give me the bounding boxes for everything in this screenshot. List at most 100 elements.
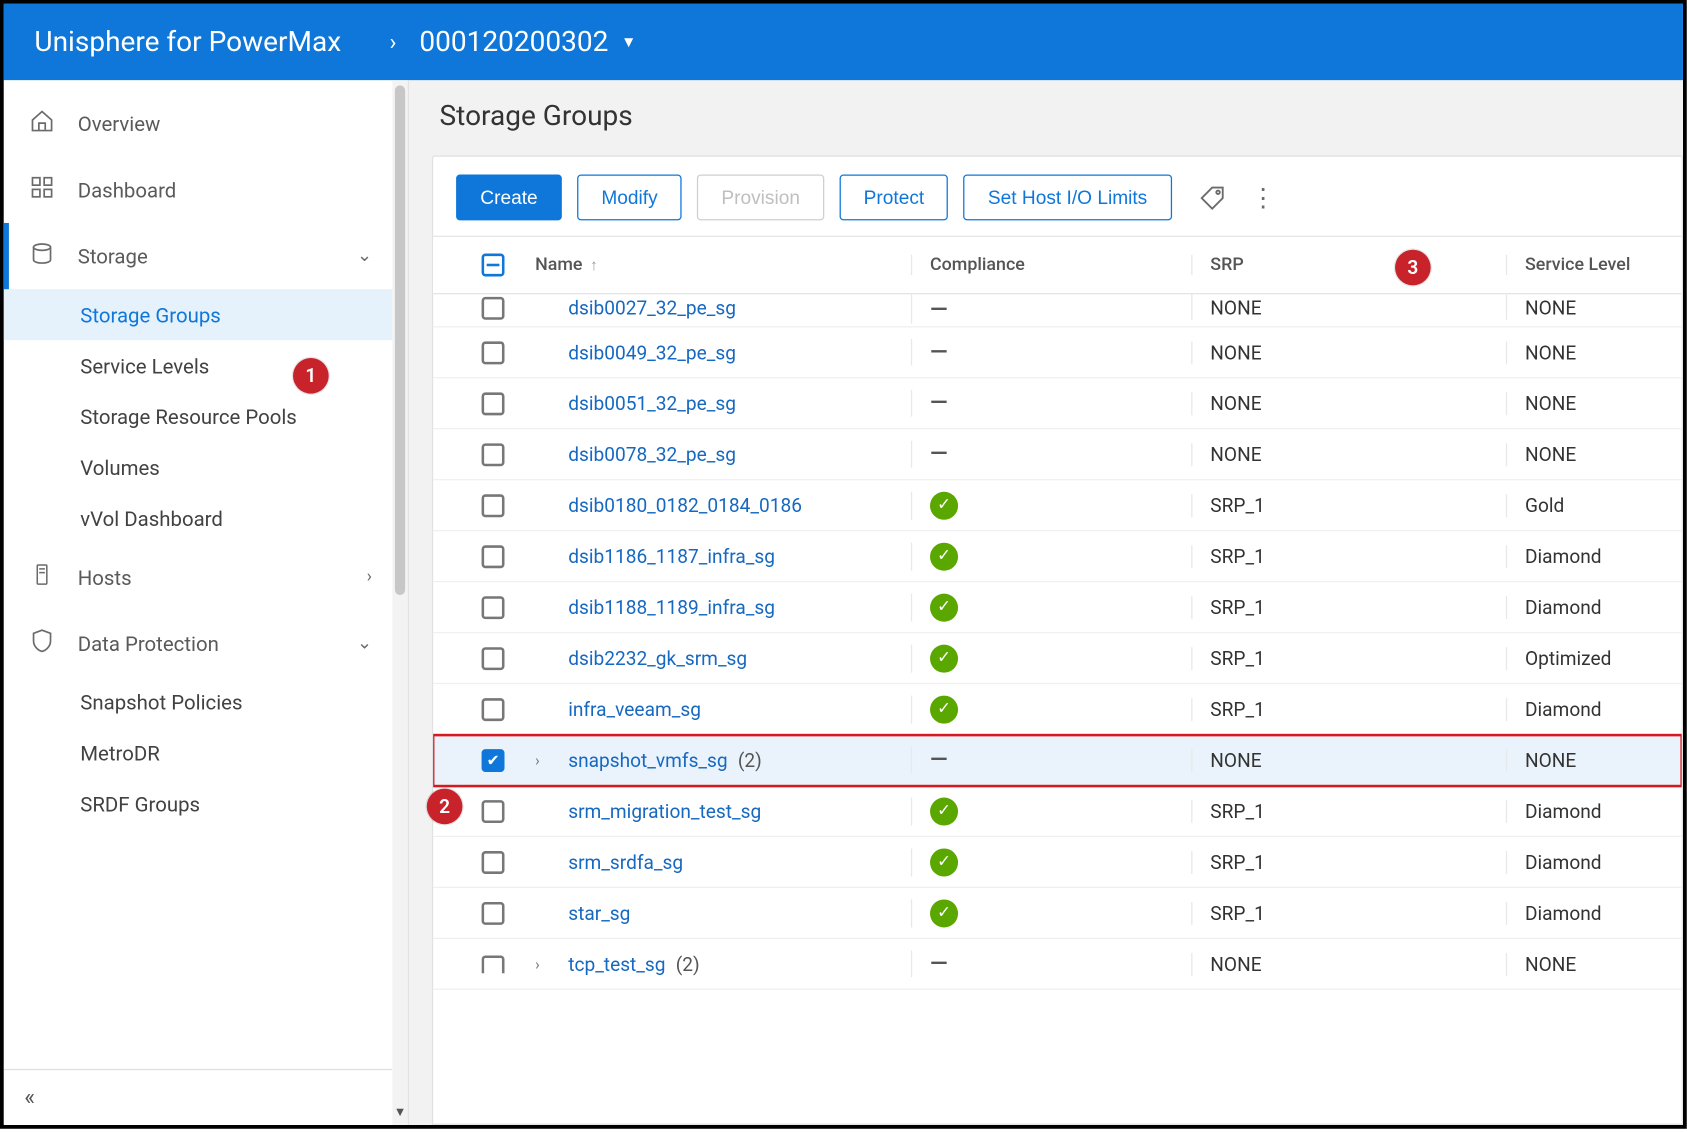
table-row[interactable]: dsib0180_0182_0184_0186✓SRP_1Gold	[433, 480, 1682, 531]
table-row[interactable]: dsib0027_32_pe_sg—NONENONE	[433, 294, 1682, 327]
storage-group-link[interactable]: tcp_test_sg	[568, 952, 665, 975]
scrollbar-thumb[interactable]	[395, 85, 405, 595]
table-row[interactable]: dsib0049_32_pe_sg—NONENONE	[433, 327, 1682, 378]
storage-group-link[interactable]: dsib0078_32_pe_sg	[568, 443, 736, 466]
service-level-cell: NONE	[1506, 294, 1682, 319]
sidebar-item-data-protection[interactable]: Data Protection ⌄	[4, 610, 393, 676]
sidebar-item-overview[interactable]: Overview	[4, 90, 393, 156]
compliance-ok-icon: ✓	[930, 848, 958, 876]
sidebar-item-label: Hosts	[78, 565, 132, 589]
toolbar: Create Modify Provision Protect Set Host…	[433, 157, 1682, 236]
compliance-none-icon: —	[930, 339, 946, 366]
service-level-cell: Diamond	[1506, 698, 1682, 721]
row-checkbox[interactable]	[482, 545, 505, 568]
sidebar-item-srdf-groups[interactable]: SRDF Groups	[4, 778, 393, 829]
sidebar-item-service-levels[interactable]: Service Levels	[4, 340, 393, 391]
column-header-srp[interactable]: SRP	[1191, 255, 1506, 275]
column-header-service-level[interactable]: Service Level	[1506, 255, 1682, 275]
expand-row-icon[interactable]: ›	[535, 751, 550, 769]
table-row[interactable]: ›snapshot_vmfs_sg (2)—NONENONE	[433, 735, 1682, 786]
scroll-down-icon[interactable]: ▼	[392, 1106, 407, 1120]
sidebar-item-hosts[interactable]: Hosts ›	[4, 544, 393, 610]
storage-group-link[interactable]: dsib2232_gk_srm_sg	[568, 647, 747, 670]
column-header-name[interactable]: Name↑	[522, 255, 911, 275]
grid-icon	[24, 175, 60, 206]
table-row[interactable]: dsib0051_32_pe_sg—NONENONE	[433, 378, 1682, 429]
set-host-io-button[interactable]: Set Host I/O Limits	[964, 175, 1172, 221]
sidebar-item-label: Data Protection	[78, 631, 219, 655]
sidebar: Overview Dashboard Storage ⌄ Storage Gro…	[4, 80, 393, 1125]
sidebar-item-metrodr[interactable]: MetroDR	[4, 727, 393, 778]
table-row[interactable]: infra_veeam_sg ✓ SRP_1Diamond	[433, 684, 1682, 735]
sidebar-scrollbar[interactable]: ▼	[392, 80, 407, 1125]
table-row[interactable]: srm_srdfa_sg✓SRP_1Diamond	[433, 837, 1682, 888]
sidebar-item-snapshot-policies[interactable]: Snapshot Policies	[4, 676, 393, 727]
breadcrumb-separator: ›	[390, 29, 397, 56]
table-row[interactable]: dsib0078_32_pe_sg—NONENONE	[433, 429, 1682, 480]
table-row[interactable]: star_sg✓SRP_1Diamond	[433, 888, 1682, 939]
column-header-compliance[interactable]: Compliance	[911, 255, 1191, 275]
table-row[interactable]: dsib1186_1187_infra_sg✓SRP_1Diamond	[433, 531, 1682, 582]
create-button[interactable]: Create	[456, 175, 562, 221]
row-checkbox[interactable]	[482, 799, 505, 822]
app-header: Unisphere for PowerMax › 000120200302 ▼	[4, 4, 1683, 80]
row-checkbox[interactable]	[482, 443, 505, 466]
storage-group-link[interactable]: snapshot_vmfs_sg	[568, 748, 727, 771]
srp-cell: NONE	[1191, 341, 1506, 364]
storage-group-link[interactable]: dsib1186_1187_infra_sg	[568, 545, 775, 568]
sidebar-item-storage[interactable]: Storage ⌄	[4, 223, 393, 289]
row-checkbox[interactable]	[482, 392, 505, 415]
sidebar-item-storage-groups[interactable]: Storage Groups	[4, 289, 393, 340]
expand-row-icon[interactable]: ›	[535, 955, 550, 973]
storage-group-link[interactable]: srm_migration_test_sg	[568, 799, 761, 822]
storage-group-link[interactable]: srm_srdfa_sg	[568, 850, 683, 873]
row-checkbox[interactable]	[482, 901, 505, 924]
storage-group-link[interactable]: dsib0180_0182_0184_0186	[568, 494, 802, 517]
more-actions-icon[interactable]: ⋮	[1250, 182, 1273, 213]
service-level-cell: Optimized	[1506, 647, 1682, 670]
table-row[interactable]: srm_migration_test_sg✓SRP_1Diamond	[433, 786, 1682, 837]
table-row[interactable]: dsib2232_gk_srm_sg✓SRP_1Optimized	[433, 633, 1682, 684]
sidebar-item-dashboard[interactable]: Dashboard	[4, 157, 393, 223]
srp-cell: SRP_1	[1191, 850, 1506, 873]
protect-button[interactable]: Protect	[839, 175, 948, 221]
table-row[interactable]: ›tcp_test_sg (2)—NONENONE	[433, 939, 1682, 990]
row-checkbox[interactable]	[482, 596, 505, 619]
compliance-ok-icon: ✓	[930, 644, 958, 672]
collapse-sidebar-button[interactable]: «	[4, 1069, 393, 1125]
sidebar-item-label: Volumes	[80, 455, 160, 479]
row-checkbox[interactable]	[482, 955, 505, 973]
compliance-ok-icon: ✓	[930, 593, 958, 621]
row-checkbox[interactable]	[482, 748, 505, 771]
storage-group-link[interactable]: dsib0049_32_pe_sg	[568, 341, 736, 364]
storage-group-link[interactable]: star_sg	[568, 901, 630, 924]
array-id-selector[interactable]: 000120200302	[419, 26, 608, 58]
row-checkbox[interactable]	[482, 850, 505, 873]
row-checkbox[interactable]	[482, 494, 505, 517]
compliance-ok-icon: ✓	[930, 695, 958, 723]
srp-cell: SRP_1	[1191, 698, 1506, 721]
select-all-checkbox[interactable]	[482, 254, 505, 277]
storage-group-link[interactable]: infra_veeam_sg	[568, 698, 701, 721]
row-checkbox[interactable]	[482, 647, 505, 670]
sidebar-item-label: Storage Resource Pools	[80, 404, 297, 428]
tag-icon[interactable]	[1191, 183, 1225, 211]
sidebar-item-label: MetroDR	[80, 741, 160, 765]
service-level-cell: NONE	[1506, 952, 1682, 975]
sidebar-item-srp[interactable]: Storage Resource Pools	[4, 391, 393, 442]
row-checkbox[interactable]	[482, 698, 505, 721]
storage-group-link[interactable]: dsib0027_32_pe_sg	[568, 297, 736, 320]
row-checkbox[interactable]	[482, 297, 505, 320]
sidebar-item-vvol[interactable]: vVol Dashboard	[4, 493, 393, 544]
modify-button[interactable]: Modify	[577, 175, 682, 221]
service-level-cell: Gold	[1506, 494, 1682, 517]
storage-group-link[interactable]: dsib0051_32_pe_sg	[568, 392, 736, 415]
row-checkbox[interactable]	[482, 341, 505, 364]
table-row[interactable]: dsib1188_1189_infra_sg✓SRP_1Diamond	[433, 582, 1682, 633]
chevron-down-icon[interactable]: ▼	[621, 33, 636, 51]
sidebar-item-volumes[interactable]: Volumes	[4, 442, 393, 493]
compliance-none-icon: —	[930, 950, 946, 977]
storage-group-link[interactable]: dsib1188_1189_infra_sg	[568, 596, 775, 619]
compliance-none-icon: —	[930, 390, 946, 417]
compliance-ok-icon: ✓	[930, 899, 958, 927]
